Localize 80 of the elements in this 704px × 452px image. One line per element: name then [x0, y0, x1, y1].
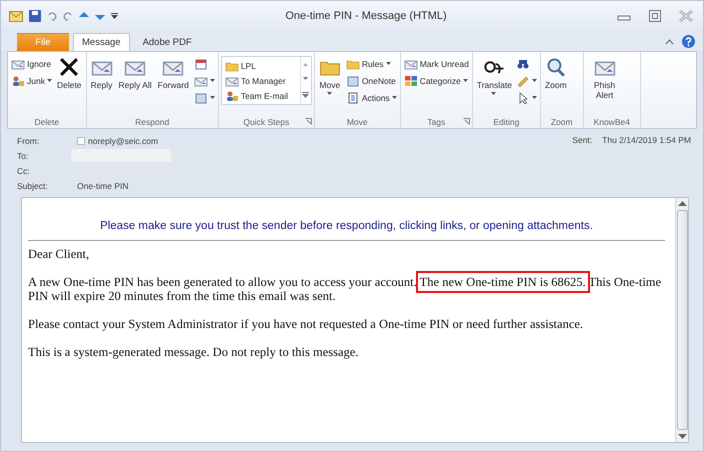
ribbon-button[interactable]: Rules — [344, 56, 398, 71]
maximize-button[interactable] — [649, 10, 661, 22]
caret-icon — [327, 92, 332, 95]
close-button[interactable] — [679, 10, 693, 22]
field-label: To: — [17, 150, 30, 160]
caret-icon — [462, 79, 468, 82]
group-label: Delete — [34, 116, 60, 126]
vertical-scrollbar[interactable] — [675, 198, 688, 442]
ribbon-button[interactable]: Categorize — [402, 73, 470, 88]
scroll-down-icon[interactable] — [678, 434, 686, 439]
ribbon-button[interactable]: Actions — [344, 90, 398, 105]
group-label: Move — [346, 116, 368, 126]
scroll-thumb[interactable] — [676, 210, 688, 430]
field-label: Subject: — [17, 180, 49, 190]
pencil-icon — [516, 74, 530, 86]
square-icon — [346, 74, 360, 86]
quick-step-item[interactable]: To Manager — [224, 73, 298, 88]
message-paragraph: This is a system-generated message. Do not reply to this message. — [28, 345, 360, 359]
customize-caret-icon[interactable] — [111, 13, 118, 19]
square-icon — [194, 92, 208, 104]
ribbon-button[interactable]: OneNote — [344, 73, 398, 88]
ribbon-button[interactable]: Reply — [88, 54, 115, 92]
person-icon — [224, 90, 239, 102]
message-paragraph: Please contact your System Administrator if you have not requested a One-time PIN or need further assistance. — [28, 317, 584, 331]
ribbon-button[interactable]: Phish Alert — [586, 54, 624, 102]
caret-icon — [210, 96, 215, 99]
person-icon — [11, 74, 25, 86]
caret-icon — [46, 79, 52, 82]
dialog-launcher-icon[interactable] — [462, 118, 470, 125]
save-icon[interactable] — [29, 10, 41, 22]
field-label: Sent: — [572, 135, 592, 147]
ribbon-button[interactable]: Zoom — [542, 54, 569, 92]
ribbon-button[interactable]: Delete — [54, 54, 84, 92]
ribbon-tab[interactable]: Message — [73, 33, 130, 51]
calendar-icon — [194, 58, 208, 70]
group-label: Zoom — [550, 116, 573, 126]
scroll-up-icon[interactable] — [303, 62, 308, 66]
dialog-launcher-icon[interactable] — [304, 118, 312, 125]
greeting: Dear Client, — [28, 247, 90, 261]
color-grid-icon — [404, 74, 418, 86]
window-title: One-time PIN - Message (HTML) — [284, 10, 448, 22]
scroll-down-icon[interactable] — [303, 77, 308, 80]
ribbon-button[interactable]: Mark Unread — [402, 56, 470, 71]
caret-icon — [532, 79, 537, 82]
contact-status-icon — [77, 136, 85, 144]
envelope-icon[interactable] — [9, 10, 23, 22]
sent-date: Thu 2/14/2019 1:54 PM — [602, 135, 691, 147]
undo-icon[interactable] — [47, 11, 57, 21]
caret-icon — [386, 62, 391, 65]
group-label: Quick Steps — [243, 116, 290, 126]
more-icon[interactable] — [302, 92, 310, 98]
scroll-up-icon[interactable] — [678, 201, 686, 206]
ribbon-button[interactable]: Translate — [474, 54, 513, 97]
ribbon-tab[interactable]: Adobe PDF — [134, 33, 201, 51]
find-icon — [516, 58, 530, 70]
ribbon-button[interactable]: Reply All — [116, 54, 154, 92]
subject-text: One-time PIN — [77, 180, 128, 190]
group-label: Respond — [135, 116, 170, 126]
field-label: Cc: — [17, 166, 31, 176]
warning-text: Please make sure you trust the sender before responding, clicking links, or opening attachments. — [100, 220, 593, 232]
quick-step-item[interactable]: Team E-mail — [224, 88, 298, 103]
group-label: Editing — [493, 116, 520, 126]
ribbon-button[interactable]: Junk — [10, 73, 53, 88]
help-icon[interactable] — [682, 35, 695, 48]
ribbon-button[interactable]: Forward — [156, 54, 191, 92]
field-label: From: — [17, 136, 40, 146]
down-arrow-icon[interactable] — [95, 12, 105, 20]
collapse-ribbon-icon[interactable] — [665, 38, 674, 44]
group-label: KnowBe4 — [594, 116, 630, 126]
ribbon-button[interactable]: Move — [316, 54, 343, 97]
sender-address[interactable]: noreply@seic.com — [88, 136, 158, 146]
group-label: Tags — [427, 116, 446, 126]
quick-step-item[interactable]: LPL — [224, 58, 298, 73]
caret-icon — [491, 92, 496, 95]
ribbon-button[interactable]: Ignore — [10, 56, 53, 71]
up-arrow-icon[interactable] — [79, 12, 89, 20]
redo-icon[interactable] — [63, 11, 73, 21]
caret-icon — [532, 96, 537, 99]
caret-icon — [210, 79, 215, 82]
caret-icon — [392, 96, 397, 99]
